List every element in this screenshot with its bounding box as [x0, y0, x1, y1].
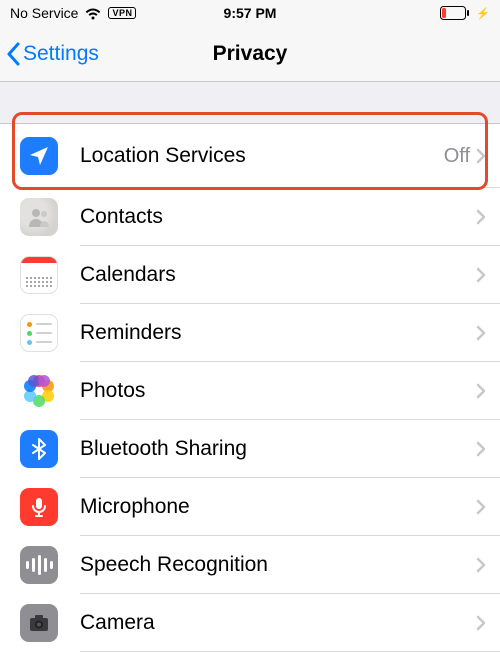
row-bluetooth-sharing[interactable]: Bluetooth Sharing — [0, 420, 500, 478]
carrier-label: No Service — [10, 5, 78, 21]
page-title: Privacy — [213, 42, 288, 66]
camera-icon — [20, 604, 58, 642]
chevron-right-icon — [476, 441, 486, 457]
row-label: Reminders — [80, 321, 476, 345]
row-label: Contacts — [80, 205, 476, 229]
row-photos[interactable]: Photos — [0, 362, 500, 420]
chevron-right-icon — [476, 267, 486, 283]
chevron-right-icon — [476, 325, 486, 341]
wifi-icon — [84, 7, 102, 20]
battery-icon — [440, 6, 470, 20]
row-label: Calendars — [80, 263, 476, 287]
back-button[interactable]: Settings — [0, 42, 99, 66]
status-time: 9:57 PM — [224, 5, 277, 21]
chevron-right-icon — [476, 148, 486, 164]
chevron-left-icon — [6, 42, 21, 66]
chevron-right-icon — [476, 557, 486, 573]
location-icon — [20, 137, 58, 175]
row-label: Camera — [80, 611, 476, 635]
status-bar: No Service VPN 9:57 PM ⚡ — [0, 0, 500, 26]
chevron-right-icon — [476, 209, 486, 225]
chevron-right-icon — [476, 499, 486, 515]
row-label: Location Services — [80, 144, 444, 168]
back-label: Settings — [23, 42, 99, 66]
row-value: Off — [444, 145, 470, 168]
chevron-right-icon — [476, 383, 486, 399]
calendars-icon — [20, 256, 58, 294]
reminders-icon — [20, 314, 58, 352]
row-microphone[interactable]: Microphone — [0, 478, 500, 536]
chevron-right-icon — [476, 615, 486, 631]
row-reminders[interactable]: Reminders — [0, 304, 500, 362]
settings-list: Location Services Off Contacts Calendars — [0, 124, 500, 652]
contacts-icon — [20, 198, 58, 236]
row-calendars[interactable]: Calendars — [0, 246, 500, 304]
row-label: Bluetooth Sharing — [80, 437, 476, 461]
speech-icon — [20, 546, 58, 584]
photos-icon — [20, 372, 58, 410]
row-camera[interactable]: Camera — [0, 594, 500, 652]
charging-icon: ⚡ — [476, 7, 490, 20]
row-contacts[interactable]: Contacts — [0, 188, 500, 246]
row-location-services[interactable]: Location Services Off — [0, 124, 500, 188]
microphone-icon — [20, 488, 58, 526]
bluetooth-icon — [20, 430, 58, 468]
row-label: Microphone — [80, 495, 476, 519]
vpn-badge: VPN — [108, 7, 136, 19]
nav-bar: Settings Privacy — [0, 26, 500, 82]
row-speech-recognition[interactable]: Speech Recognition — [0, 536, 500, 594]
row-label: Photos — [80, 379, 476, 403]
row-label: Speech Recognition — [80, 553, 476, 577]
section-spacer — [0, 82, 500, 124]
